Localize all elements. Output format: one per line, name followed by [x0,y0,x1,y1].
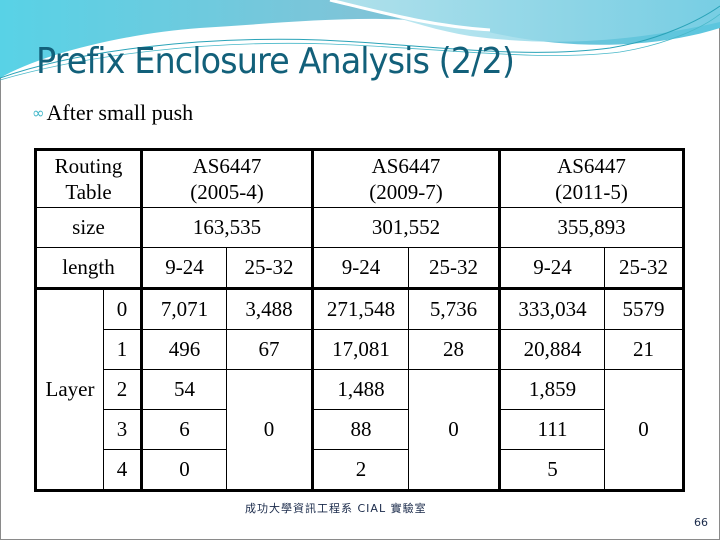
dataset-header-2011: AS6447 (2011-5) [499,148,685,208]
bullet-text: After small push [46,100,194,125]
length-range-cell: 9-24 [141,247,227,290]
table-cell: 17,081 [312,329,409,370]
table-cell: 67 [226,329,314,370]
table-cell: 1,859 [499,369,605,410]
size-value-2005: 163,535 [141,207,314,248]
table-cell: 28 [408,329,501,370]
table-row: 4 0 2 5 [36,449,684,492]
length-range-cell: 9-24 [499,247,605,290]
table-cell: 5,736 [408,288,501,330]
table-cell: 20,884 [499,329,605,370]
dataset-date: (2005-4) [190,180,264,204]
routing-table-header: Routing Table [34,148,143,208]
dataset-name: AS6447 [557,153,626,178]
table-cell: 21 [604,329,685,370]
merged-cell-2005-25-32: 0 [226,369,314,492]
length-range-cell: 25-32 [408,247,501,290]
page-number: 66 [694,516,708,529]
dataset-header-2009: AS6447 (2009-7) [312,148,501,208]
length-range-cell: 25-32 [226,247,314,290]
table-cell: 1,488 [312,369,409,410]
layer-number: 3 [103,409,143,450]
length-row: length 9-24 25-32 9-24 25-32 9-24 25-32 [34,247,685,290]
table-row: 2 54 0 1,488 0 1,859 0 [36,369,685,492]
table-row: Layer 0 7,071 3,488 271,548 5,736 333,03… [34,288,685,492]
table-cell: 88 [312,409,409,450]
table-cell: 2 [312,449,409,492]
dataset-header-2005: AS6447 (2005-4) [141,148,314,208]
table-cell: 6 [141,409,227,450]
header-label-line-1: Routing [54,153,123,178]
merged-cell-2011-25-32: 0 [604,369,685,492]
length-label: length [34,247,143,290]
dataset-name: AS6447 [192,153,262,178]
table-cell: 3,488 [226,288,314,330]
layer-number: 2 [103,369,143,410]
header-label-line-2: Table [65,180,112,204]
length-range-cell: 25-32 [604,247,685,290]
swirl-bullet-icon: ∞ [32,104,45,122]
dataset-name: AS6447 [371,153,441,178]
prefix-enclosure-table: Routing Table AS6447 (2005-4) AS6447 (20… [34,148,685,492]
table-cell: 5 [499,449,605,492]
slide-title: Prefix Enclosure Analysis (2/2) [36,41,515,82]
dataset-date: (2009-7) [369,180,443,204]
table-cell: 54 [141,369,227,410]
table-row: 1 496 67 17,081 28 20,884 21 [36,329,685,370]
layer-number: 1 [103,329,143,370]
dataset-date: (2011-5) [555,180,628,204]
table-cell: 496 [141,329,227,370]
table-cell: 7,071 [141,288,227,330]
size-label: size [34,207,143,248]
size-value-2009: 301,552 [312,207,501,248]
table-cell: 111 [499,409,605,450]
length-range-cell: 9-24 [312,247,409,290]
table-row: 3 6 88 111 [36,409,684,450]
layer-number: 0 [103,288,143,330]
layer-label: Layer [34,288,104,492]
table-cell: 333,034 [499,288,605,330]
merged-cell-2009-25-32: 0 [408,369,501,492]
size-value-2011: 355,893 [499,207,685,248]
footer-text: 成功大學資訊工程系 CIAL 實驗室 [245,502,427,515]
table-cell: 271,548 [312,288,409,330]
table-cell: 0 [141,449,227,492]
layer-number: 4 [103,449,143,492]
bullet-item: ∞ After small push [32,100,193,126]
size-row: size 163,535 301,552 355,893 [34,207,685,248]
table-header-row: Routing Table AS6447 (2005-4) AS6447 (20… [34,148,685,208]
table-cell: 5579 [604,288,685,330]
